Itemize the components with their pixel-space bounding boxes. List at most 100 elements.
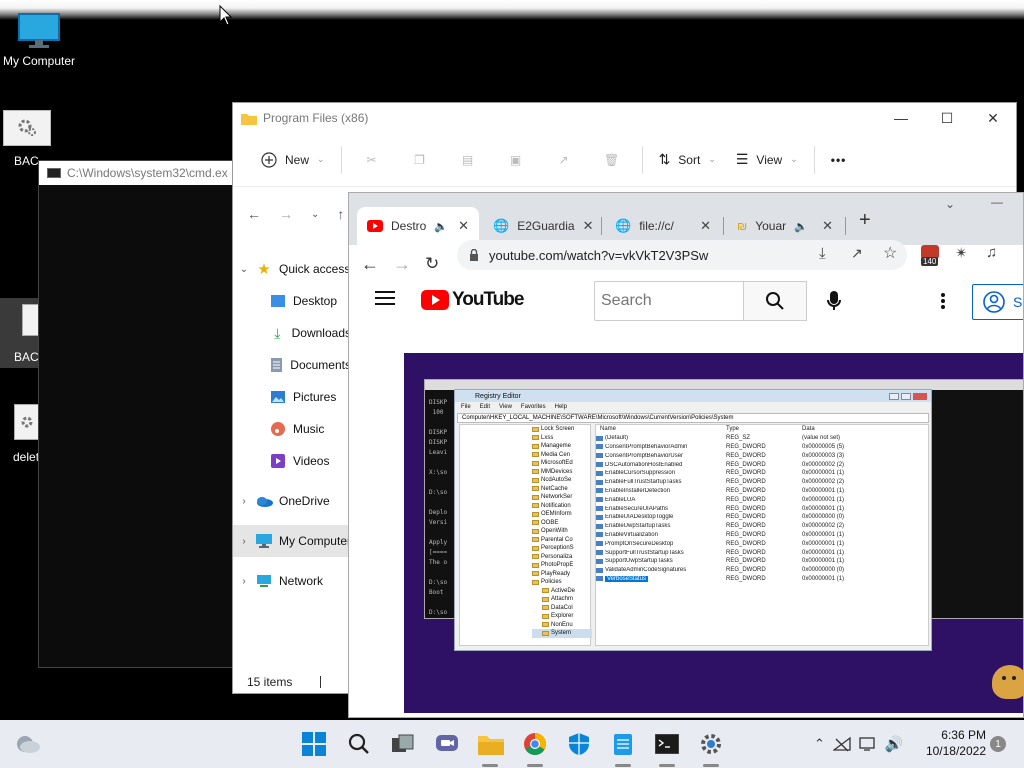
- nav-item-pictures[interactable]: Pictures: [233, 381, 351, 413]
- rename-icon[interactable]: ▣: [492, 144, 540, 176]
- tab-youtube[interactable]: Destro 🔈 ✕: [357, 207, 479, 245]
- view-button[interactable]: ☰ View ⌄: [726, 144, 808, 176]
- nav-item-videos[interactable]: Videos: [233, 445, 351, 477]
- forward-arrow-icon[interactable]: →: [393, 254, 411, 275]
- terminal-icon[interactable]: [647, 728, 687, 760]
- search-icon: [766, 292, 784, 310]
- nav-item-onedrive[interactable]: › OneDrive: [233, 485, 351, 517]
- nav-item-desktop[interactable]: Desktop: [233, 285, 351, 317]
- task-view-icon[interactable]: [383, 728, 423, 760]
- value-type: REG_DWORD: [726, 443, 766, 450]
- address-bar[interactable]: youtube.com/watch?v=vkVkT2V3PSw: [457, 240, 907, 270]
- media-control-icon[interactable]: ♫: [986, 244, 997, 261]
- weather-widget-icon[interactable]: [8, 728, 48, 760]
- cmd-title-bar[interactable]: C:\Windows\system32\cmd.ex: [39, 161, 237, 185]
- back-arrow-icon[interactable]: ←: [247, 206, 261, 222]
- network-disconnected-icon[interactable]: [832, 736, 851, 752]
- up-arrow-icon[interactable]: ↑: [337, 206, 344, 222]
- tab-close-icon[interactable]: ✕: [583, 218, 594, 234]
- desktop-icon-delete[interactable]: delet: [13, 404, 40, 464]
- install-icon[interactable]: ⤓: [819, 245, 826, 262]
- microphone-icon[interactable]: [827, 290, 841, 312]
- youtube-search-input[interactable]: Search: [594, 281, 744, 321]
- hamburger-menu-icon[interactable]: [375, 291, 395, 305]
- speaker-icon[interactable]: 🔈: [434, 220, 448, 233]
- cmd-window[interactable]: C:\Windows\system32\cmd.ex: [38, 160, 238, 668]
- folder-icon: [532, 494, 539, 500]
- nav-item-music[interactable]: Music: [233, 413, 351, 445]
- music-icon: [269, 421, 287, 437]
- registry-value-icon: [596, 514, 603, 520]
- youtube-search-button[interactable]: [743, 281, 807, 321]
- new-tab-icon[interactable]: +: [859, 209, 871, 232]
- notification-badge[interactable]: 1: [990, 736, 1006, 752]
- nav-item-documents[interactable]: Documents: [233, 349, 351, 381]
- chrome-window[interactable]: Destro 🔈 ✕ 🌐 E2Guardia ✕ 🌐 file://c/ ✕ ₪…: [348, 192, 1024, 718]
- more-options-button[interactable]: •••: [821, 144, 857, 176]
- taskbar-clock[interactable]: 6:36 PM 10/18/2022: [914, 727, 986, 759]
- desktop-icon-bac-1[interactable]: BAC: [3, 110, 51, 168]
- delete-icon[interactable]: 🗑: [588, 144, 636, 176]
- paste-icon[interactable]: ▤: [444, 144, 492, 176]
- back-arrow-icon[interactable]: ←: [361, 254, 379, 275]
- tab-close-icon[interactable]: ✕: [700, 218, 711, 234]
- new-button[interactable]: New ⌄: [251, 144, 335, 176]
- value-data: 0x00000000 (0): [802, 514, 845, 521]
- forward-arrow-icon[interactable]: →: [279, 206, 293, 222]
- tab-close-icon[interactable]: ✕: [822, 218, 833, 234]
- display-icon[interactable]: [859, 736, 877, 752]
- extension-button[interactable]: 140: [921, 245, 941, 267]
- extension-badge: 140: [921, 257, 939, 266]
- chevron-down-icon[interactable]: ⌄: [233, 264, 255, 275]
- registry-key-tree: Lock Screen Lxss Manageme Media Cen Microsof…: [459, 424, 592, 646]
- tab-search-chevron-icon[interactable]: ⌄: [945, 197, 955, 211]
- youtube-logo[interactable]: YouTube: [421, 289, 524, 311]
- chrome-icon[interactable]: [515, 728, 555, 760]
- chevron-right-icon[interactable]: ›: [233, 576, 255, 587]
- tab-close-icon[interactable]: ✕: [458, 218, 469, 234]
- pictures-icon: [269, 389, 287, 405]
- tree-item-label: OpenWith: [541, 528, 568, 535]
- share-icon[interactable]: ↗: [540, 144, 588, 176]
- share-icon[interactable]: ↗: [851, 245, 863, 262]
- sign-in-button[interactable]: S: [972, 284, 1023, 320]
- settings-gear-icon[interactable]: [691, 728, 731, 760]
- more-options-icon[interactable]: [941, 293, 945, 309]
- notepad-icon[interactable]: [603, 728, 643, 760]
- recent-chevron-icon[interactable]: ⌄: [311, 209, 319, 220]
- registry-tree-item: OpenWith: [532, 527, 592, 536]
- cut-icon[interactable]: ✂: [348, 144, 396, 176]
- desktop-icon-my-computer[interactable]: My Computer: [3, 12, 75, 68]
- value-name: EnableCursorSuppression: [605, 470, 676, 477]
- window-controls: — ☐ ✕: [878, 103, 1016, 133]
- chevron-right-icon[interactable]: ›: [233, 536, 255, 547]
- speaker-icon[interactable]: 🔈: [794, 220, 808, 233]
- close-icon[interactable]: ✕: [970, 103, 1016, 133]
- account-icon: [983, 291, 1005, 313]
- sort-button[interactable]: ⇅ Sort ⌄: [649, 144, 726, 176]
- start-button-icon[interactable]: [294, 728, 334, 760]
- volume-icon[interactable]: 🔊: [885, 735, 904, 753]
- defender-shield-icon[interactable]: [559, 728, 599, 760]
- maximize-icon[interactable]: ☐: [924, 103, 970, 133]
- nav-item-quick-access[interactable]: ⌄ ★ Quick access: [233, 253, 351, 285]
- nav-item-downloads[interactable]: ⤓ Downloads: [233, 317, 351, 349]
- registry-editor-title-bar: Registry Editor: [455, 390, 931, 402]
- copy-icon[interactable]: ❐: [396, 144, 444, 176]
- nav-item-network[interactable]: › Network: [233, 565, 351, 597]
- value-name-cell: ConsentPromptBehaviorAdmin: [596, 444, 726, 450]
- chevron-right-icon[interactable]: ›: [233, 496, 255, 507]
- bookmark-star-icon[interactable]: ☆: [883, 243, 897, 263]
- search-icon[interactable]: [339, 728, 379, 760]
- reload-icon[interactable]: ↻: [425, 254, 439, 274]
- teams-chat-icon[interactable]: [427, 728, 467, 760]
- chevron-up-icon[interactable]: ⌃: [814, 736, 825, 752]
- maximize-icon: [901, 392, 911, 400]
- minimize-icon[interactable]: —: [991, 195, 1003, 209]
- video-player[interactable]: DISKP 100 DISKP DISKP Leavi X:\so D:\so Deplo V…: [404, 353, 1023, 713]
- nav-item-my-computer[interactable]: › My Computer: [233, 525, 351, 557]
- puzzle-icon[interactable]: ✴: [955, 244, 968, 262]
- desktop-icon-bac-2[interactable]: BAC: [0, 298, 40, 368]
- file-explorer-icon[interactable]: [471, 728, 511, 760]
- minimize-icon[interactable]: —: [878, 103, 924, 133]
